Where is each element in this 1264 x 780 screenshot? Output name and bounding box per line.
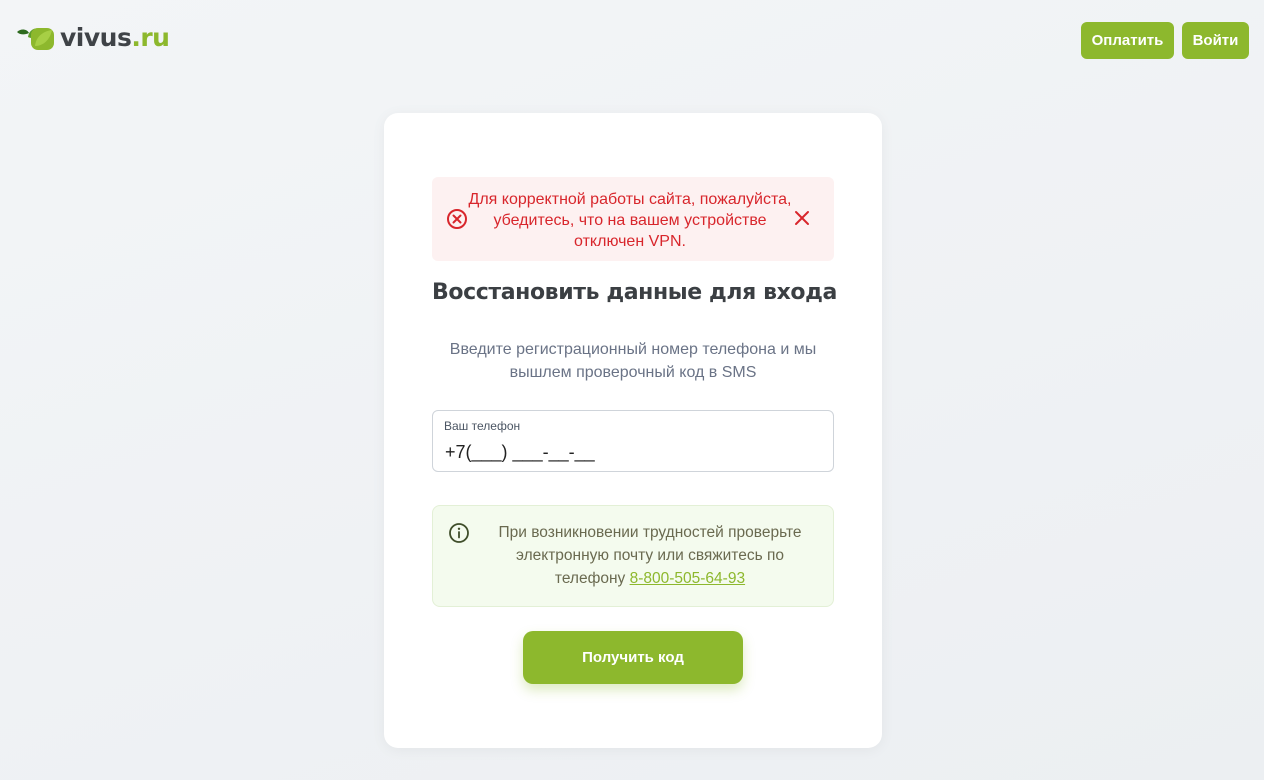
get-code-button[interactable]: Получить код — [523, 631, 743, 684]
support-phone-link[interactable]: 8-800-505-64-93 — [630, 570, 745, 587]
phone-label: Ваш телефон — [444, 419, 521, 433]
vpn-alert: Для корректной работы сайта, пожалуйста,… — [432, 177, 834, 261]
page-title: Восстановить данные для входа — [432, 280, 837, 305]
help-info-box: При возникновении трудностей проверьте э… — [432, 505, 834, 607]
page-header: vivus.ru Оплатить Войти — [0, 0, 1264, 80]
close-icon[interactable] — [794, 210, 810, 226]
login-button[interactable]: Войти — [1182, 22, 1249, 59]
logo-wordmark: vivus.ru — [60, 23, 170, 52]
vivus-logo[interactable]: vivus.ru — [16, 23, 170, 52]
alert-message: Для корректной работы сайта, пожалуйста,… — [468, 191, 792, 250]
info-icon — [449, 523, 469, 543]
leaf-logo-icon — [17, 28, 54, 50]
pay-button[interactable]: Оплатить — [1081, 22, 1174, 59]
recovery-card: Для корректной работы сайта, пожалуйста,… — [384, 113, 882, 748]
phone-field[interactable]: Ваш телефон — [432, 410, 834, 472]
help-text: При возникновении трудностей проверьте э… — [498, 524, 802, 587]
error-circle-icon — [447, 209, 467, 229]
phone-input[interactable] — [445, 439, 815, 465]
page-subtitle: Введите регистрационный номер телефона и… — [449, 341, 817, 381]
